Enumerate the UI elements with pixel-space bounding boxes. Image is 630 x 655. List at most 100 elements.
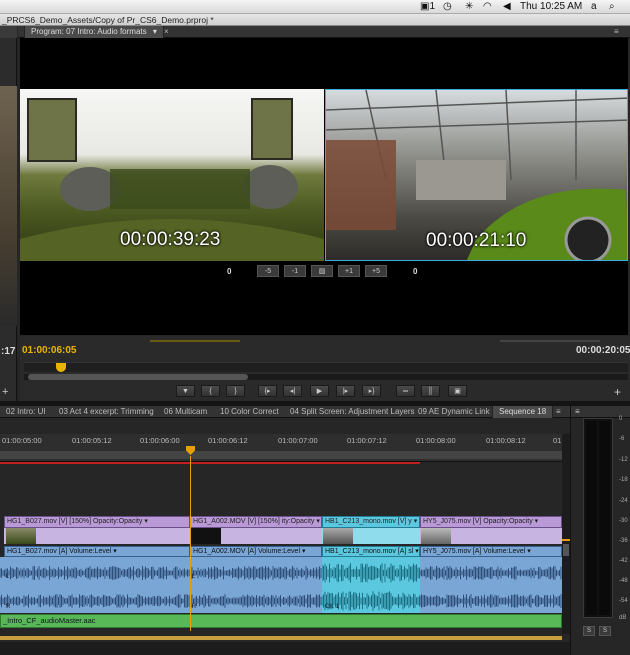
panel-options-icon[interactable]: ≡ bbox=[608, 26, 625, 38]
right-clip-timecode: 00:00:21:10 bbox=[426, 230, 527, 251]
monitor-playhead[interactable] bbox=[56, 363, 66, 372]
timeline-ruler[interactable]: 01:00:05:00 01:00:05:12 01:00:06:00 01:0… bbox=[0, 434, 562, 462]
bluetooth-icon[interactable]: ✳ bbox=[465, 1, 473, 12]
channel-l-label: L bbox=[6, 574, 10, 580]
db-label: -54 bbox=[619, 598, 628, 604]
db-label: -24 bbox=[619, 498, 628, 504]
trim-minus-5-button[interactable]: -5 bbox=[257, 265, 279, 277]
user-menu[interactable]: a bbox=[591, 1, 597, 12]
trim-minus-1-button[interactable]: -1 bbox=[284, 265, 306, 277]
audio-waveform-area-3[interactable] bbox=[419, 557, 562, 613]
db-label: -18 bbox=[619, 477, 628, 483]
timeline-panel-options-icon[interactable]: ≡ bbox=[550, 406, 567, 418]
time-machine-icon[interactable]: ◷ bbox=[443, 1, 452, 12]
tab-program-monitor[interactable]: Program: 07 Intro: Audio formats ▾ bbox=[24, 26, 164, 38]
video-clip-hg1-a002[interactable]: HG1_A002.MOV [V] [150%] ity:Opacity ▾ bbox=[190, 516, 322, 528]
audio-meters-panel: ≡ 0 -6 -12 -18 -24 -30 -36 -42 -48 -54 d… bbox=[570, 406, 630, 655]
track-boundary-marker bbox=[562, 539, 570, 541]
step-forward-button[interactable]: |▸ bbox=[336, 385, 355, 397]
button-editor-add-button[interactable]: + bbox=[614, 385, 621, 399]
tab-02-intro-ui[interactable]: 02 Intro: UI bbox=[0, 406, 52, 418]
zoom-scroll-thumb[interactable] bbox=[28, 374, 248, 380]
adobe-status-icon[interactable]: ▣1 bbox=[420, 1, 435, 12]
meter-channel-left bbox=[586, 421, 597, 615]
video-clip-hg1-b027[interactable]: HG1_B027.mov [V] [150%] Opacity:Opacity … bbox=[4, 516, 190, 528]
window-title: _PRCS6_Demo_Assets/Copy of Pr_CS6_Demo.p… bbox=[2, 15, 214, 25]
step-back-button[interactable]: ◂| bbox=[283, 385, 302, 397]
go-to-out-button[interactable]: ▸} bbox=[362, 385, 381, 397]
solo-right-button[interactable]: S bbox=[599, 626, 611, 636]
audio-clip-hy5-j075[interactable]: HY5_J075.mov [A] Volume:Level ▾ bbox=[420, 546, 562, 557]
audio-waveform-area-1[interactable] bbox=[0, 557, 322, 613]
tab-04-split-screen[interactable]: 04 Split Screen: Adjustment Layers bbox=[284, 406, 421, 418]
export-frame-button[interactable]: ▣ bbox=[448, 385, 467, 397]
timecode-indicator-bar bbox=[150, 340, 240, 342]
ruler-label: 01:00:07:12 bbox=[347, 436, 387, 445]
ruler-label: 01:00:08:12 bbox=[486, 436, 526, 445]
monitor-controls: 01:00:06:05 00:00:20:05 ▼ { } {▸ ◂| ▶ |▸… bbox=[20, 336, 630, 401]
timecode-indicator-bar-right bbox=[500, 340, 600, 342]
db-label: -12 bbox=[619, 457, 628, 463]
audio-master-clip[interactable]: _Intro_CF_audioMaster.aac bbox=[0, 614, 562, 628]
lift-button[interactable]: ═ bbox=[396, 385, 415, 397]
zoom-scroll-bar[interactable] bbox=[24, 374, 628, 380]
empty-video-tracks[interactable] bbox=[0, 464, 562, 516]
timeline-horizontal-scrollbar[interactable] bbox=[0, 642, 570, 655]
trim-left-offset: 0 bbox=[227, 267, 232, 276]
mark-out-button[interactable]: } bbox=[226, 385, 245, 397]
video-thumb-strip-2 bbox=[190, 528, 322, 544]
panel-menu-icon[interactable]: ▾ bbox=[153, 27, 157, 36]
channel-r-label: R bbox=[6, 604, 11, 610]
audio-clip-hb1-c213[interactable]: HB1_C213_mono.mov [A] sl ▾ bbox=[322, 546, 420, 557]
video-clip-hy5-j075[interactable]: HY5_J075.mov [V] Opacity:Opacity ▾ bbox=[420, 516, 562, 528]
trim-right-offset: 0 bbox=[413, 267, 418, 276]
playhead-timecode[interactable]: 01:00:06:05 bbox=[22, 345, 76, 356]
apply-default-transition-button[interactable]: ▨ bbox=[311, 265, 333, 277]
db-label: -6 bbox=[619, 436, 625, 442]
db-label: -36 bbox=[619, 538, 628, 544]
audio-clip-hg1-a002[interactable]: HG1_A002.MOV [A] Volume:Level ▾ bbox=[190, 546, 322, 557]
monitor-tab-bar: Program: 07 Intro: Audio formats ▾ × ≡ bbox=[18, 26, 630, 38]
work-area-bar[interactable] bbox=[0, 451, 562, 459]
add-button-left[interactable]: + bbox=[2, 386, 8, 398]
close-tab-icon[interactable]: × bbox=[158, 26, 175, 38]
timeline-playhead-line bbox=[190, 456, 191, 631]
thumbnail bbox=[323, 528, 353, 544]
volume-icon[interactable]: ◀ bbox=[503, 1, 511, 12]
ruler-label: 01:00:08:00 bbox=[416, 436, 456, 445]
tab-06-multicam[interactable]: 06 Multicam bbox=[158, 406, 213, 418]
spotlight-icon[interactable]: ⌕ bbox=[609, 1, 615, 12]
wifi-icon[interactable]: ◠ bbox=[483, 1, 492, 12]
timeline-vertical-scrollbar[interactable] bbox=[562, 434, 570, 634]
video-clip-hb1-c213[interactable]: HB1_C213_mono.mov [V] y ▾ bbox=[322, 516, 420, 528]
monitor-time-ruler[interactable] bbox=[24, 362, 628, 372]
timeline-panel: 02 Intro: UI 03 Act 4 excerpt: Trimming … bbox=[0, 406, 570, 655]
play-button[interactable]: ▶ bbox=[310, 385, 329, 397]
trim-plus-1-button[interactable]: +1 bbox=[338, 265, 360, 277]
audio-level-meter bbox=[583, 418, 613, 618]
panel-tab-edge[interactable] bbox=[0, 26, 17, 38]
clock[interactable]: Thu 10:25 AM bbox=[520, 1, 582, 12]
mark-in-button[interactable]: { bbox=[201, 385, 220, 397]
trim-plus-5-button[interactable]: +5 bbox=[365, 265, 387, 277]
scroll-thumb[interactable] bbox=[563, 544, 569, 556]
meter-panel-menu-icon[interactable]: ≡ bbox=[575, 407, 580, 416]
source-panel-edge: :17 + bbox=[0, 26, 17, 401]
tab-03-trimming[interactable]: 03 Act 4 excerpt: Trimming bbox=[53, 406, 160, 418]
extract-button[interactable]: ║ bbox=[421, 385, 440, 397]
thumbnail bbox=[191, 528, 221, 544]
mac-menu-bar: ▣1 ◷ ✳ ◠ ◀ Thu 10:25 AM a ⌕ bbox=[0, 0, 630, 14]
db-label: 0 bbox=[619, 416, 623, 422]
go-to-in-button[interactable]: {▸ bbox=[258, 385, 277, 397]
ruler-label: 01 bbox=[553, 436, 562, 445]
tab-10-color-correct[interactable]: 10 Color Correct bbox=[214, 406, 285, 418]
program-video-display[interactable]: 00:00:39:23 00:00:21:10 0 -5 -1 ▨ +1 +5 bbox=[20, 38, 628, 335]
tab-sequence-18[interactable]: Sequence 18 bbox=[492, 406, 554, 418]
solo-left-button[interactable]: S bbox=[583, 626, 595, 636]
status-count: 1 bbox=[429, 1, 436, 12]
add-marker-button[interactable]: ▼ bbox=[176, 385, 195, 397]
source-preview-edge bbox=[0, 86, 17, 326]
program-tab-label: Program: 07 Intro: Audio formats bbox=[31, 27, 147, 36]
tab-09-ae-dynamic-link[interactable]: 09 AE Dynamic Link bbox=[412, 406, 496, 418]
audio-clip-hg1-b027[interactable]: HG1_B027.mov [A] Volume:Level ▾ bbox=[4, 546, 190, 557]
